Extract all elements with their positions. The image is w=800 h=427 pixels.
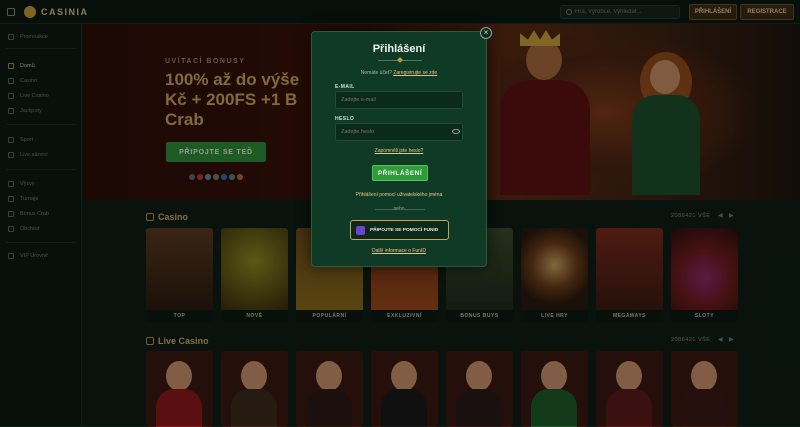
funid-button[interactable]: PŘIPOJTE SE POMOCÍ FUNID xyxy=(350,220,449,240)
or-text: nebo xyxy=(393,206,405,212)
email-field[interactable] xyxy=(335,91,463,109)
no-account-text: Nemáte účet? Zaregistrujte se zde xyxy=(311,70,487,76)
close-icon[interactable]: × xyxy=(480,27,492,39)
or-divider-line xyxy=(403,209,425,210)
forgot-password-link[interactable]: Zapomněli jste heslo? xyxy=(311,148,487,154)
password-field[interactable] xyxy=(335,123,463,141)
email-label: E-MAIL xyxy=(335,84,355,90)
password-label: HESLO xyxy=(335,116,355,122)
funid-info-link[interactable]: Další informace o FunID xyxy=(311,248,487,254)
modal-title: Přihlášení xyxy=(372,43,426,55)
register-link[interactable]: Zaregistrujte se zde xyxy=(393,70,437,76)
no-account-label: Nemáte účet? xyxy=(360,70,392,76)
submit-login-button[interactable]: PŘIHLÁŠENÍ xyxy=(372,165,428,181)
funid-icon xyxy=(356,225,365,235)
eye-icon[interactable] xyxy=(452,129,460,134)
funid-button-label: PŘIPOJTE SE POMOCÍ FUNID xyxy=(370,227,439,233)
username-login-link[interactable]: Přihlášení pomocí uživatelského jména xyxy=(311,192,487,198)
